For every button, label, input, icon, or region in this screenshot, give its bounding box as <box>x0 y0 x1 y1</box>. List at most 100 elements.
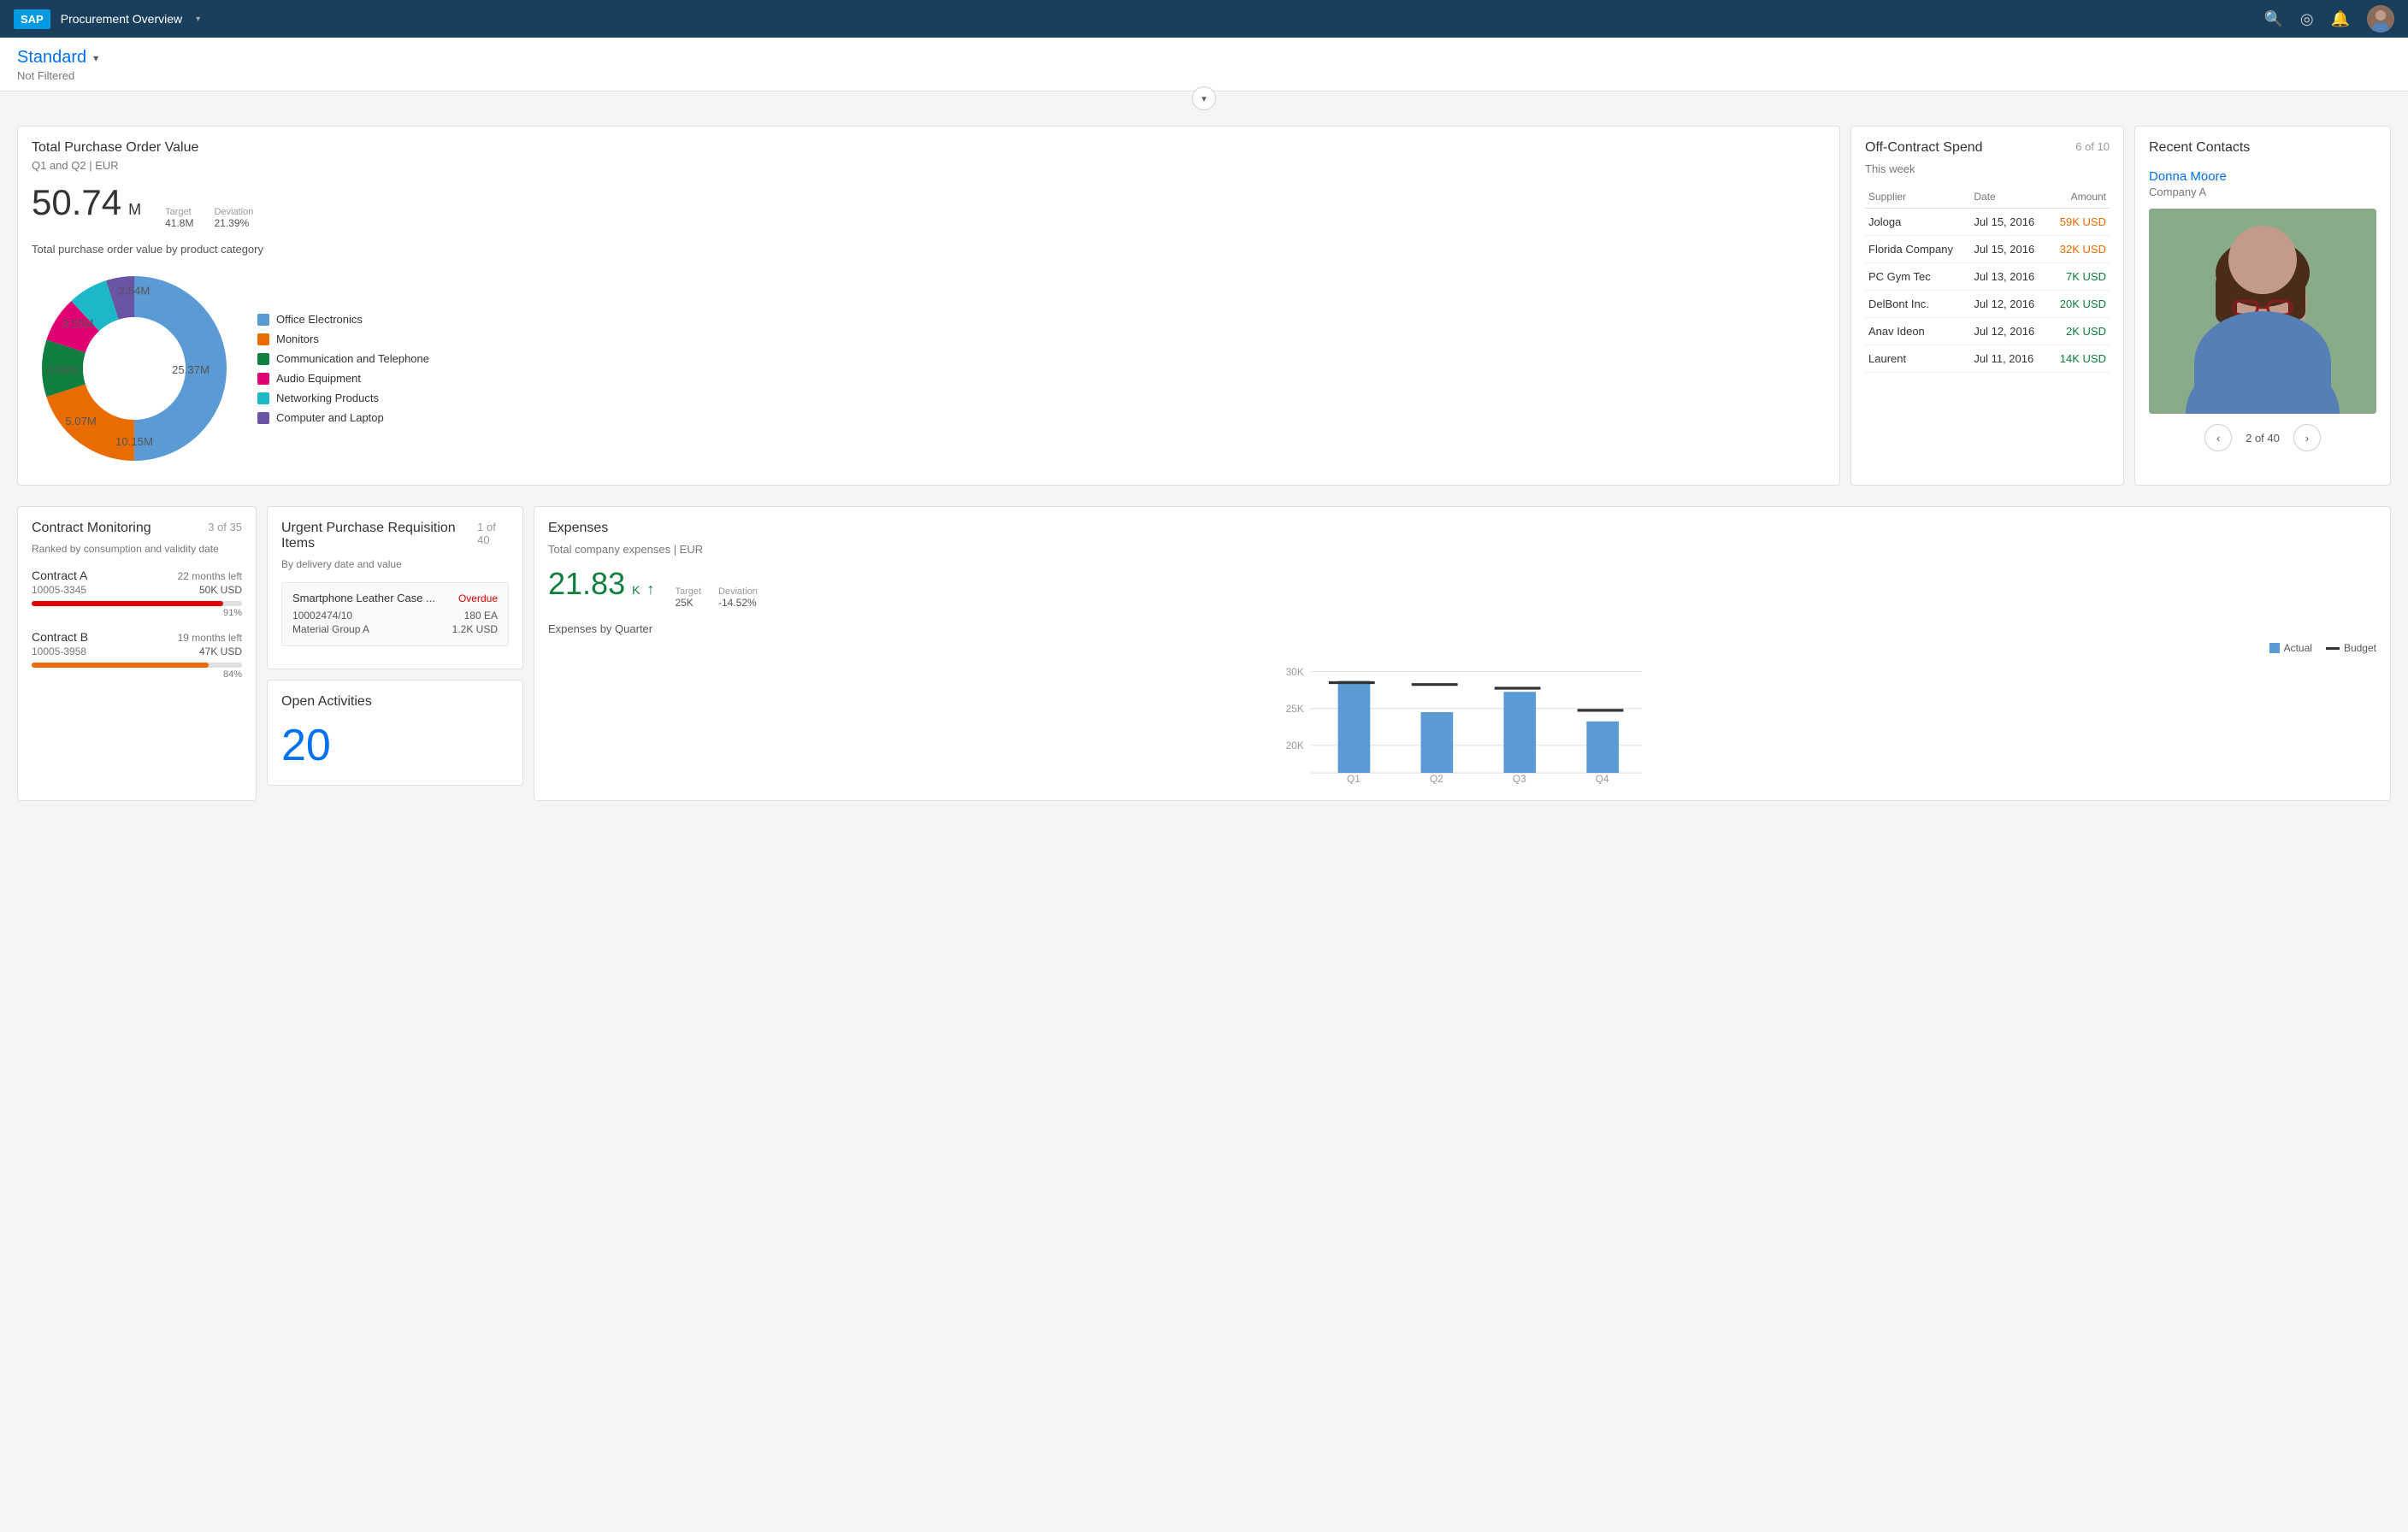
date-anav: Jul 12, 2016 <box>1970 318 2048 345</box>
legend-label-office: Office Electronics <box>276 313 363 326</box>
contract-item-a: Contract A 22 months left 10005-3345 50K… <box>32 569 242 618</box>
target-label: Target <box>165 207 193 217</box>
contract-a-progress-fill <box>32 601 223 606</box>
open-activities-title: Open Activities <box>281 694 372 710</box>
expenses-chart-title: Expenses by Quarter <box>548 622 2376 635</box>
open-activities-value: 20 <box>281 720 331 771</box>
amount-pcgym: 7K USD <box>2048 263 2110 291</box>
amount-anav: 2K USD <box>2048 318 2110 345</box>
supplier-pcgym: PC Gym Tec <box>1865 263 1970 291</box>
date-pcgym: Jul 13, 2016 <box>1970 263 2048 291</box>
legend-color-office <box>257 314 269 326</box>
svg-text:30K: 30K <box>1286 666 1304 678</box>
off-contract-title: Off-Contract Spend <box>1865 140 1983 156</box>
contract-header-row: Contract Monitoring 3 of 35 <box>32 521 242 539</box>
contact-nav-controls: ‹ 2 of 40 › <box>2149 424 2376 451</box>
urgent-count: 1 of 40 <box>477 521 509 546</box>
svg-text:Q4: Q4 <box>1596 773 1609 784</box>
recent-contacts-title: Recent Contacts <box>2149 140 2376 156</box>
col-supplier: Supplier <box>1865 186 1970 209</box>
contract-b-header: Contract B 19 months left <box>32 630 242 644</box>
filter-label[interactable]: Standard <box>17 48 86 68</box>
contract-b-details: 10005-3958 47K USD <box>32 645 242 657</box>
prev-contact-button[interactable]: ‹ <box>2204 424 2232 451</box>
off-contract-card: Off-Contract Spend 6 of 10 This week Sup… <box>1850 126 2124 486</box>
nav-left: SAP Procurement Overview ▾ <box>14 9 200 29</box>
recent-contacts-card: Recent Contacts Donna Moore Company A <box>2134 126 2391 486</box>
nav-chevron-icon[interactable]: ▾ <box>196 15 200 24</box>
exp-deviation-label: Deviation <box>718 586 758 597</box>
off-contract-header: Off-Contract Spend 6 of 10 <box>1865 140 2110 159</box>
contract-subtitle: Ranked by consumption and validity date <box>32 543 242 555</box>
svg-text:Q1: Q1 <box>1347 773 1360 784</box>
col-date: Date <box>1970 186 2048 209</box>
expenses-bar-chart: 30K 25K 20K Q1 Q2 Q3 <box>548 664 2376 784</box>
amount-florida: 32K USD <box>2048 236 2110 263</box>
legend-color-networking <box>257 392 269 404</box>
contract-a-name: Contract A <box>32 569 87 582</box>
contact-name[interactable]: Donna Moore <box>2149 169 2376 184</box>
svg-text:3.55M: 3.55M <box>62 317 94 330</box>
legend-actual-label: Actual <box>2284 642 2312 654</box>
legend-budget-label: Budget <box>2344 642 2376 654</box>
svg-text:10.15M: 10.15M <box>115 435 153 448</box>
collapse-button[interactable]: ▾ <box>1192 86 1216 110</box>
donut-legend: Office Electronics Monitors Communicatio… <box>257 313 429 424</box>
urgent-item-id: 10002474/10 <box>292 610 352 622</box>
expenses-value: 21.83 <box>548 566 625 602</box>
contact-nav-count: 2 of 40 <box>2246 432 2280 445</box>
supplier-florida: Florida Company <box>1865 236 1970 263</box>
legend-color-audio <box>257 373 269 385</box>
filter-row: Standard ▾ <box>17 48 2391 68</box>
table-row: PC Gym Tec Jul 13, 2016 7K USD <box>1865 263 2110 291</box>
urgent-item-group: Material Group A <box>292 623 369 635</box>
supplier-anav: Anav Ideon <box>1865 318 1970 345</box>
person-photo <box>2149 209 2376 414</box>
kpi-card: Total Purchase Order Value Q1 and Q2 | E… <box>17 126 1840 486</box>
supplier-jologa: Jologa <box>1865 209 1970 236</box>
contract-b-id: 10005-3958 <box>32 645 86 657</box>
legend-budget: Budget <box>2326 642 2376 654</box>
kpi-value: 50.74 <box>32 182 121 223</box>
svg-text:20K: 20K <box>1286 739 1304 751</box>
urgent-subtitle: By delivery date and value <box>281 558 509 570</box>
amount-laurent: 14K USD <box>2048 345 2110 373</box>
search-icon[interactable]: 🔍 <box>2263 10 2282 28</box>
legend-actual: Actual <box>2269 642 2312 654</box>
settings-icon[interactable]: ◎ <box>2300 10 2314 28</box>
legend-label-computer: Computer and Laptop <box>276 411 384 424</box>
next-contact-button[interactable]: › <box>2293 424 2321 451</box>
open-activities-card: Open Activities 20 <box>267 680 523 786</box>
filter-status: Not Filtered <box>17 69 2391 82</box>
date-delbont: Jul 12, 2016 <box>1970 291 2048 318</box>
legend-label-audio: Audio Equipment <box>276 372 361 385</box>
top-navigation: SAP Procurement Overview ▾ 🔍 ◎ 🔔 <box>0 0 2408 38</box>
bar-chart-area: 30K 25K 20K Q1 Q2 Q3 <box>548 664 2376 787</box>
user-avatar[interactable] <box>2367 5 2394 32</box>
supplier-laurent: Laurent <box>1865 345 1970 373</box>
table-row: Anav Ideon Jul 12, 2016 2K USD <box>1865 318 2110 345</box>
nav-right: 🔍 ◎ 🔔 <box>2263 5 2394 32</box>
svg-text:4.06M: 4.06M <box>47 363 79 376</box>
contract-count: 3 of 35 <box>208 521 242 533</box>
contract-a-header: Contract A 22 months left <box>32 569 242 582</box>
legend-color-computer <box>257 412 269 424</box>
legend-item-office-electronics: Office Electronics <box>257 313 429 326</box>
collapse-section: ▾ <box>0 91 2408 115</box>
legend-item-communication: Communication and Telephone <box>257 352 429 365</box>
svg-text:25.37M: 25.37M <box>172 363 210 376</box>
contract-b-progress-bg <box>32 663 242 668</box>
kpi-card-subtitle: Q1 and Q2 | EUR <box>32 159 1826 172</box>
legend-color-monitors <box>257 333 269 345</box>
legend-label-monitors: Monitors <box>276 333 319 345</box>
deviation-label: Deviation <box>214 207 253 217</box>
legend-item-audio: Audio Equipment <box>257 372 429 385</box>
urgent-item-value: 1.2K USD <box>452 623 498 635</box>
middle-column: Urgent Purchase Requisition Items 1 of 4… <box>267 506 523 801</box>
urgent-item-qty: 180 EA <box>464 610 498 622</box>
contract-b-time: 19 months left <box>178 632 242 644</box>
bar-q2 <box>1421 712 1454 773</box>
kpi-unit: M <box>128 201 141 219</box>
notifications-icon[interactable]: 🔔 <box>2331 10 2350 28</box>
filter-chevron-icon[interactable]: ▾ <box>93 52 98 64</box>
